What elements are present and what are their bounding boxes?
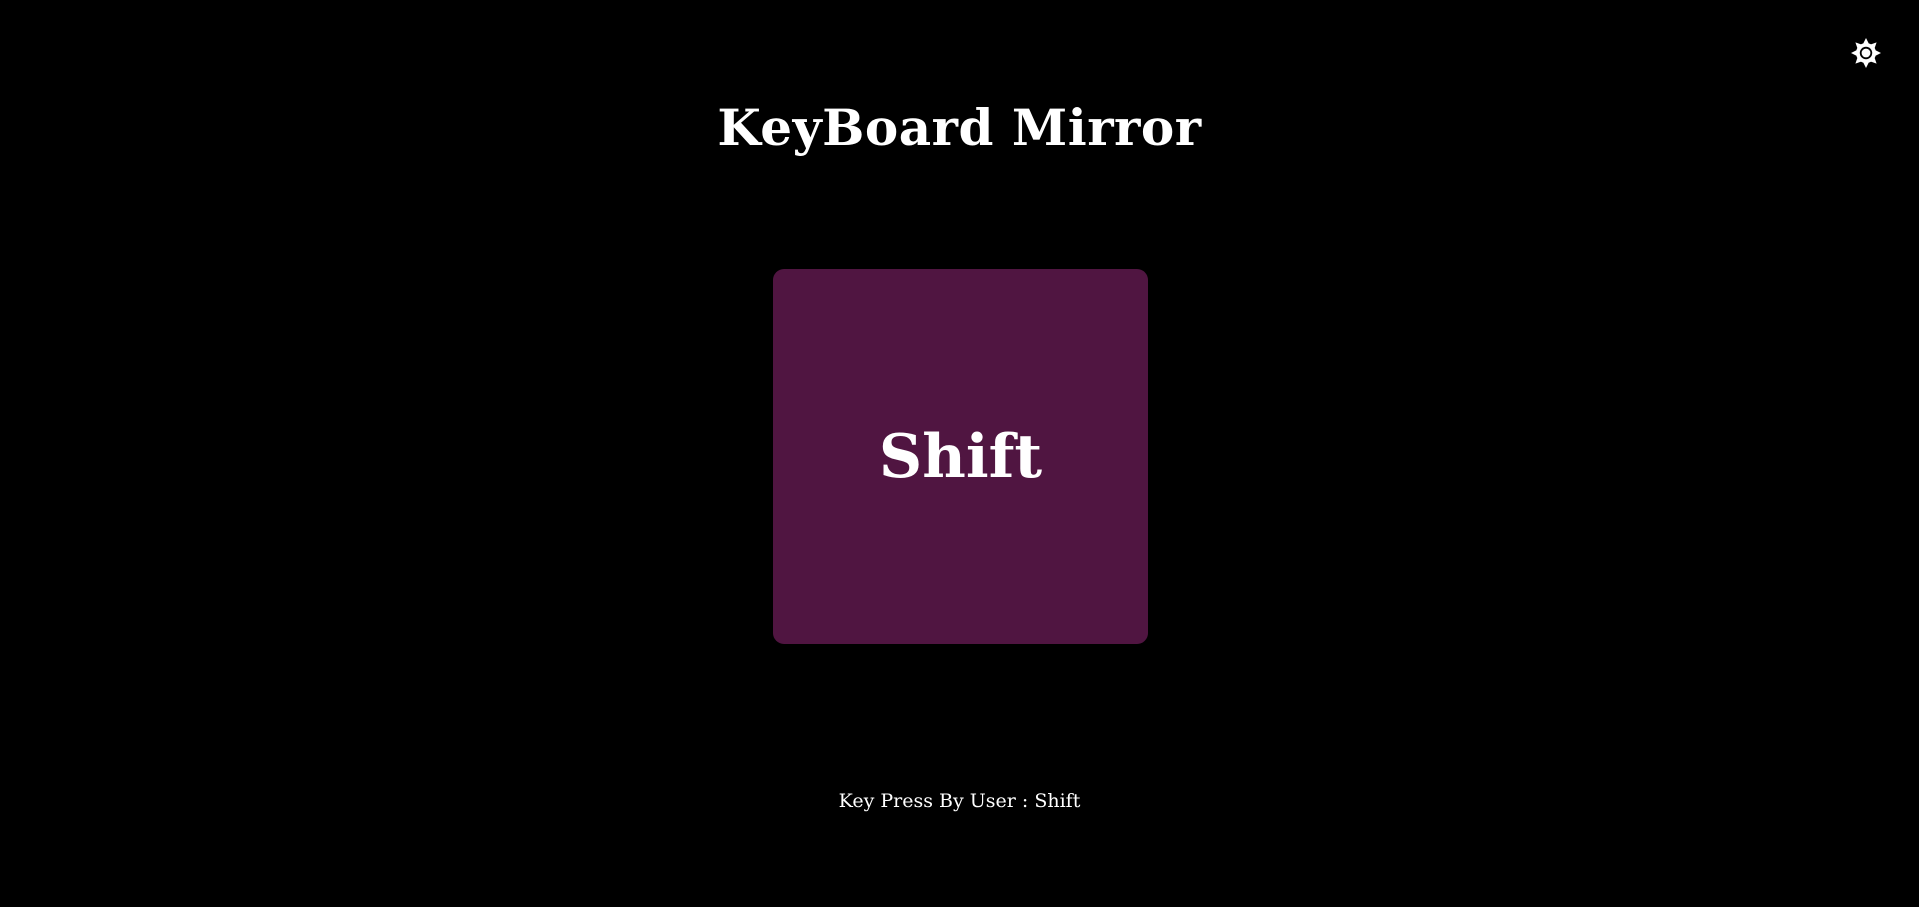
pressed-key-label: Shift — [878, 421, 1043, 492]
status-prefix: Key Press By User : — [838, 790, 1035, 812]
status-key: Shift — [1034, 790, 1081, 812]
key-press-status: Key Press By User : Shift — [0, 789, 1919, 813]
page-title: KeyBoard Mirror — [717, 98, 1202, 157]
page: KeyBoard Mirror Shift Key Press By User … — [0, 0, 1919, 907]
key-display-box: Shift — [773, 269, 1148, 644]
sun-gear-icon — [1851, 38, 1881, 68]
theme-toggle-button[interactable] — [1849, 36, 1883, 70]
